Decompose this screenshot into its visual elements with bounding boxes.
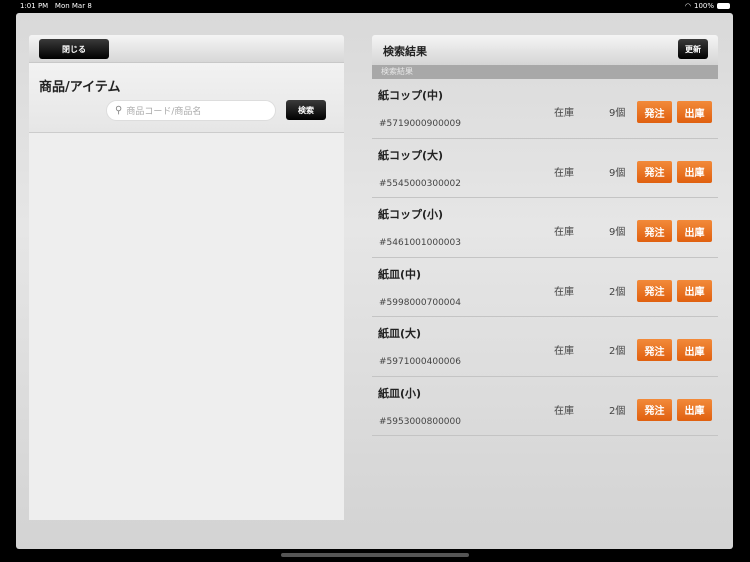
ship-button[interactable]: 出庫	[677, 279, 712, 302]
order-button[interactable]: 発注	[637, 220, 672, 242]
search-placeholder: 商品コード/商品名	[126, 107, 202, 117]
status-bar: 1:01 PM Mon Mar 8 ◠ 100%	[0, 0, 750, 13]
result-row[interactable]: 紙コップ(中) #5719000900009 在庫 9個 発注 出庫	[372, 79, 718, 139]
order-button[interactable]: 発注	[637, 339, 672, 361]
date: Mon Mar 8	[54, 2, 92, 10]
item-code: #5998000700004	[379, 297, 461, 308]
item-name: 紙皿(大)	[378, 327, 422, 340]
order-button[interactable]: 発注	[637, 160, 672, 183]
results-header: 検索結果 更新	[372, 35, 718, 65]
ship-button[interactable]: 出庫	[677, 160, 712, 183]
stock-qty: 2個	[609, 286, 626, 298]
ship-button[interactable]: 出庫	[677, 398, 712, 421]
result-row[interactable]: 紙皿(大) #5971000400006 在庫 2個 発注 出庫	[372, 317, 718, 377]
result-row[interactable]: 紙コップ(大) #5545000300002 在庫 9個 発注 出庫	[372, 139, 718, 198]
stock-label: 在庫	[554, 286, 574, 298]
stock-qty: 2個	[609, 405, 626, 417]
item-code: #5953000800000	[379, 416, 461, 427]
item-code: #5719000900009	[379, 119, 461, 129]
stock-label: 在庫	[554, 108, 574, 119]
close-button[interactable]: 閉じる	[39, 39, 109, 59]
ship-button[interactable]: 出庫	[677, 220, 712, 242]
search-area: 商品/アイテム ⚲ 商品コード/商品名 検索	[29, 63, 344, 133]
wifi-icon: ◠	[684, 2, 691, 10]
item-name: 紙コップ(小)	[378, 208, 444, 221]
home-indicator[interactable]	[281, 553, 469, 557]
item-name: 紙皿(中)	[378, 267, 422, 281]
stock-label: 在庫	[554, 167, 574, 179]
item-name: 紙コップ(大)	[378, 148, 444, 162]
ship-button[interactable]: 出庫	[677, 101, 712, 123]
item-code: #5461001000003	[379, 238, 461, 248]
order-button[interactable]: 発注	[637, 101, 672, 123]
item-name: 紙皿(小)	[378, 386, 422, 400]
battery-icon	[717, 3, 730, 9]
stock-qty: 2個	[609, 346, 626, 357]
ship-button[interactable]: 出庫	[677, 339, 712, 361]
result-row[interactable]: 紙皿(中) #5998000700004 在庫 2個 発注 出庫	[372, 258, 718, 317]
stock-qty: 9個	[609, 227, 626, 238]
time: 1:01 PM	[20, 2, 49, 10]
item-code: #5545000300002	[379, 178, 461, 189]
results-title: 検索結果	[383, 45, 427, 58]
status-time: 1:01 PM Mon Mar 8	[20, 0, 92, 12]
stock-label: 在庫	[554, 346, 574, 357]
result-row[interactable]: 紙皿(小) #5953000800000 在庫 2個 発注 出庫	[372, 377, 718, 436]
stock-qty: 9個	[609, 167, 626, 179]
item-search-panel: 閉じる 商品/アイテム ⚲ 商品コード/商品名 検索	[29, 35, 344, 520]
order-button[interactable]: 発注	[637, 398, 672, 421]
battery-percent: 100%	[693, 2, 714, 10]
stock-label: 在庫	[554, 227, 574, 238]
item-code: #5971000400006	[379, 357, 461, 367]
order-button[interactable]: 発注	[637, 279, 672, 302]
search-results-panel: 検索結果 更新 検索結果 紙コップ(中) #5719000900009 在庫 9…	[372, 35, 718, 437]
search-button[interactable]: 検索	[286, 100, 326, 120]
search-input[interactable]: ⚲ 商品コード/商品名	[106, 100, 276, 121]
section-header: 検索結果	[372, 65, 718, 79]
left-header: 閉じる	[29, 35, 344, 63]
result-row[interactable]: 紙コップ(小) #5461001000003 在庫 9個 発注 出庫	[372, 198, 718, 258]
item-name: 紙コップ(中)	[378, 89, 444, 102]
stock-qty: 9個	[609, 108, 626, 119]
search-icon: ⚲	[115, 105, 123, 116]
stock-label: 在庫	[554, 405, 574, 417]
refresh-button[interactable]: 更新	[678, 39, 708, 59]
panel-title: 商品/アイテム	[39, 80, 121, 95]
